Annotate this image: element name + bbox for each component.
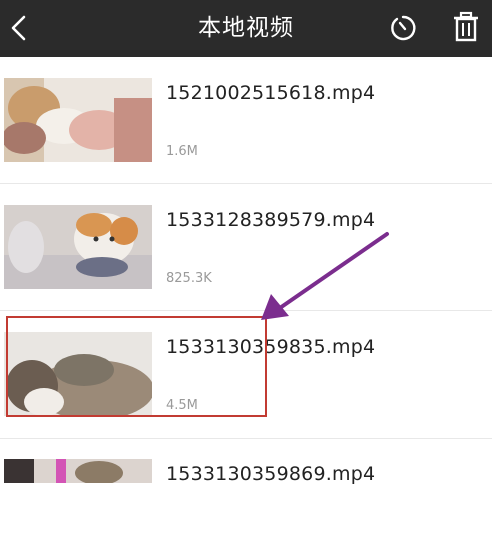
page-title: 本地视频 (198, 15, 294, 41)
list-item[interactable]: 1533128389579.mp4 825.3K (0, 205, 492, 305)
divider (0, 183, 492, 184)
list-item[interactable]: 1533130359869.mp4 (0, 459, 492, 559)
arrow-icon (255, 228, 395, 328)
video-thumbnail (4, 205, 152, 289)
video-filesize: 825.3K (166, 271, 212, 286)
highlight-box (6, 316, 267, 417)
top-bar: 本地视频 (0, 0, 492, 57)
trash-icon[interactable] (451, 11, 481, 43)
video-filename: 1533130359869.mp4 (166, 463, 376, 485)
video-thumbnail (4, 459, 152, 483)
refresh-icon[interactable] (388, 13, 418, 43)
video-thumbnail (4, 78, 152, 162)
divider (0, 438, 492, 439)
video-filename: 1521002515618.mp4 (166, 82, 376, 104)
divider (0, 310, 492, 311)
list-item[interactable]: 1521002515618.mp4 1.6M (0, 78, 492, 178)
video-filesize: 1.6M (166, 144, 198, 159)
